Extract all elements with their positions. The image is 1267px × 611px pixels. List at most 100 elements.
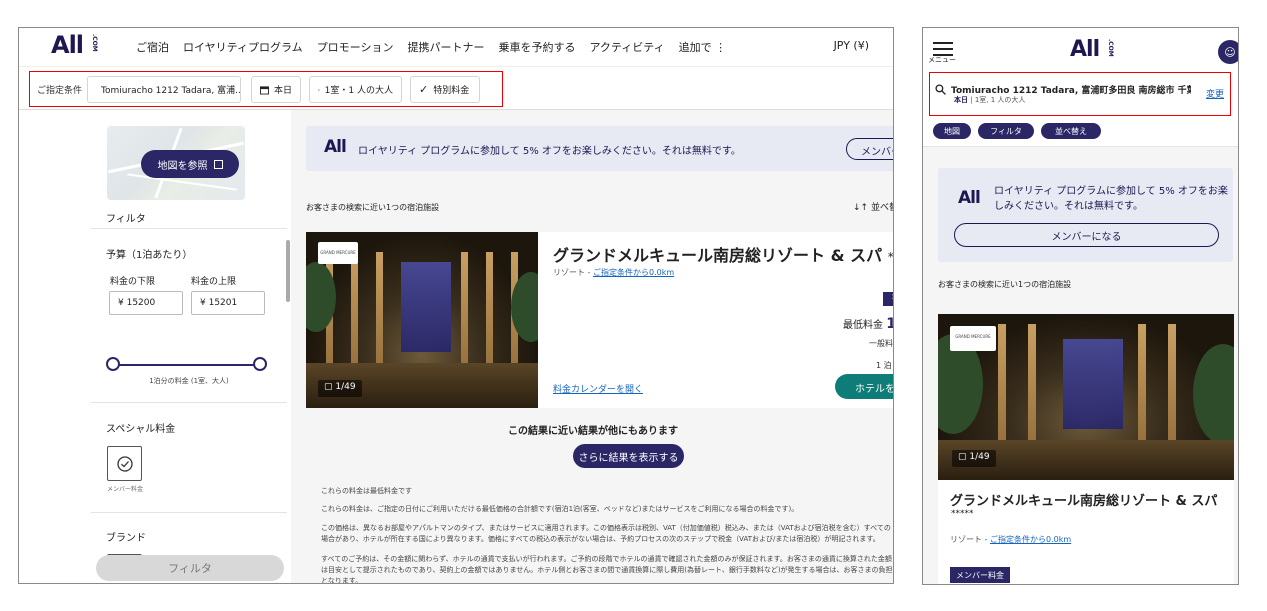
max-price-label: 料金の上限 — [191, 277, 237, 287]
special-rate-title: スペシャル料金 — [106, 424, 176, 435]
become-member-button[interactable]: メンバー — [846, 138, 893, 160]
date-value: 本日 — [273, 86, 292, 96]
special-rate-value: 特別料金 — [433, 86, 470, 96]
image-counter: ▢ 1/49 — [318, 380, 362, 397]
gallery-icon: ▢ — [324, 382, 333, 392]
distance-link[interactable]: ご指定条件から0.0km — [990, 535, 1071, 544]
brand-title: ブランド — [106, 533, 146, 544]
chip-map[interactable]: 地図 — [933, 123, 971, 139]
brand-badge: GRAND MERCURE — [950, 326, 996, 351]
nav-item-ride[interactable]: 乗車を予約する — [498, 39, 575, 55]
calendar-icon — [260, 85, 269, 94]
loyalty-banner: All ロイヤリティ プログラムに参加して 5% オフをお楽しみください。それは… — [306, 126, 893, 171]
price-range-note: 1泊分の料金 (1室、大人) — [149, 377, 229, 385]
search-icon — [935, 84, 946, 95]
nav-item-stay[interactable]: ご宿泊 — [136, 39, 169, 55]
star-rating: ***** — [887, 250, 894, 264]
banner-logo: All — [324, 137, 347, 157]
header: All .COM ご宿泊 ロイヤリティプログラム プロモーション 提携パートナー … — [19, 28, 893, 66]
date-field[interactable]: 本日 — [251, 76, 301, 103]
nav-item-more[interactable]: 追加で ⋮ — [679, 39, 727, 55]
become-member-button[interactable]: メンバーになる — [954, 223, 1219, 247]
desktop-view: All .COM ご宿泊 ロイヤリティプログラム プロモーション 提携パートナー … — [18, 27, 894, 584]
hotel-distance: リゾート - ご指定条件から0.0km — [553, 268, 675, 277]
account-icon[interactable]: ☺ — [1218, 40, 1238, 64]
search-criteria-bar: ご指定条件 Tomiuracho 1212 Tadara, 富浦... 本日 1… — [19, 66, 893, 110]
main-nav: ご宿泊 ロイヤリティプログラム プロモーション 提携パートナー 乗車を予約する … — [136, 39, 726, 55]
min-price-input[interactable]: ¥ 15200 — [109, 291, 183, 315]
hotel-name[interactable]: グランドメルキュール南房総リゾート & スパ ***** — [553, 242, 894, 266]
distance-link[interactable]: ご指定条件から0.0km — [593, 268, 674, 277]
min-price-label: 料金の下限 — [110, 277, 156, 287]
apply-filter-button[interactable]: フィルタ — [96, 555, 284, 581]
logo[interactable]: All .COM — [51, 31, 98, 59]
sidebar-scrollbar[interactable] — [286, 240, 290, 302]
price-slider-min-handle[interactable] — [106, 357, 120, 371]
special-rate-field[interactable]: ✓ 特別料金 — [410, 76, 480, 103]
hotel-image[interactable]: GRAND MERCURE ▢ 1/49 — [938, 314, 1234, 480]
fine-print-3: この価格は、異なるお部屋やアパルトマンのタイプ、またはサービスに適用されます。こ… — [321, 524, 891, 543]
divider — [91, 402, 287, 403]
mobile-loyalty-banner: All ロイヤリティ プログラムに参加して 5% オフをお楽しみください。それは… — [938, 168, 1233, 262]
filter-sidebar: 地図を参照 フィルタ 予算（1泊あたり） 料金の下限 料金の上限 ¥ 15200… — [91, 110, 291, 583]
per-night: 1 泊 — [876, 361, 892, 370]
member-rate-badge: メンバー料金 — [950, 567, 1010, 583]
image-counter: ▢ 1/49 — [952, 450, 996, 467]
offer-badge: × — [883, 292, 893, 306]
hotel-name[interactable]: グランドメルキュール南房総リゾート & スパ — [950, 490, 1217, 509]
currency-selector[interactable]: JPY (¥) — [834, 39, 869, 52]
divider — [91, 512, 287, 513]
results-count: お客さまの検索に近い1つの宿泊施設 — [938, 280, 1072, 289]
brand-badge: GRAND MERCURE — [318, 242, 358, 264]
hotel-distance: リゾート - ご指定条件から0.0km — [950, 535, 1072, 544]
guests-value: 1室・1 人の大人 — [324, 86, 393, 96]
near-results-title: この結果に近い結果が他にもあります — [508, 426, 678, 437]
check-circle-icon — [116, 455, 133, 472]
mobile-results: All ロイヤリティ プログラムに参加して 5% オフをお楽しみください。それは… — [923, 146, 1238, 584]
banner-text: ロイヤリティ プログラムに参加して 5% オフをお楽しみください。それは無料です… — [994, 186, 1228, 212]
price-calendar-link[interactable]: 料金カレンダーを開く — [553, 382, 643, 395]
nav-item-activities[interactable]: アクティビティ — [589, 39, 664, 55]
map-thumbnail[interactable]: 地図を参照 — [107, 126, 245, 200]
show-more-button[interactable]: さらに結果を表示する — [573, 444, 684, 468]
member-rate-note: メンバー料金 — [106, 486, 143, 493]
map-expand-icon — [213, 159, 223, 169]
sort-icon: ↓↑ — [853, 203, 869, 213]
mobile-logo[interactable]: All .COM — [1070, 37, 1114, 62]
menu-label: メニュー — [928, 56, 956, 64]
price-slider-max-handle[interactable] — [253, 357, 267, 371]
mobile-stay-details: 本日 | 1室, 1 人の大人 — [954, 96, 1026, 104]
price-subtext: 一般料 — [869, 339, 893, 348]
gallery-icon: ▢ — [958, 452, 967, 462]
star-rating: ***** — [951, 509, 974, 519]
chip-filter[interactable]: フィルタ — [978, 123, 1034, 139]
member-rate-checkbox[interactable] — [107, 446, 142, 481]
price-label: 最低料金 1 — [843, 316, 893, 332]
location-value: Tomiuracho 1212 Tadara, 富浦... — [101, 86, 241, 96]
fine-print-4: すべてのご予約は、その金額に関わらず、ホテルの通貨で支払いが行われます。ご予約の… — [321, 555, 893, 584]
nav-item-partners[interactable]: 提携パートナー — [407, 39, 484, 55]
banner-logo: All — [958, 188, 981, 208]
results-panel: All ロイヤリティ プログラムに参加して 5% オフをお楽しみください。それは… — [291, 110, 894, 584]
budget-title: 予算（1泊あたり） — [106, 250, 193, 261]
nav-item-promotions[interactable]: プロモーション — [317, 39, 394, 55]
view-map-button[interactable]: 地図を参照 — [141, 150, 239, 178]
chip-sort[interactable]: 並べ替え — [1041, 123, 1101, 139]
change-search-link[interactable]: 変更 — [1206, 87, 1224, 100]
price-slider-track — [113, 364, 263, 366]
sort-button[interactable]: ↓↑ 並べ替 — [853, 200, 893, 213]
hotel-card[interactable]: GRAND MERCURE ▢ 1/49 グランドメルキュール南房総リゾート &… — [306, 232, 894, 408]
fine-print-1: これらの料金は最低料金です — [321, 487, 412, 495]
max-price-input[interactable]: ¥ 15201 — [191, 291, 265, 315]
mobile-view: メニュー All .COM ☺ Tomiuracho 1212 Tadara, 富… — [922, 27, 1239, 585]
view-hotel-button[interactable]: ホテルを — [835, 374, 893, 399]
hotel-image[interactable]: GRAND MERCURE ▢ 1/49 — [306, 232, 538, 408]
nav-item-loyalty[interactable]: ロイヤリティプログラム — [183, 39, 303, 55]
banner-text: ロイヤリティ プログラムに参加して 5% オフをお楽しみください。それは無料です… — [358, 146, 741, 157]
divider — [91, 228, 287, 229]
guests-field[interactable]: 1室・1 人の大人 — [309, 76, 402, 103]
location-field[interactable]: Tomiuracho 1212 Tadara, 富浦... — [87, 76, 241, 103]
filter-title: フィルタ — [106, 214, 146, 225]
hotel-card[interactable]: GRAND MERCURE ▢ 1/49 グランドメルキュール南房総リゾート &… — [938, 314, 1234, 584]
person-icon — [318, 88, 320, 91]
